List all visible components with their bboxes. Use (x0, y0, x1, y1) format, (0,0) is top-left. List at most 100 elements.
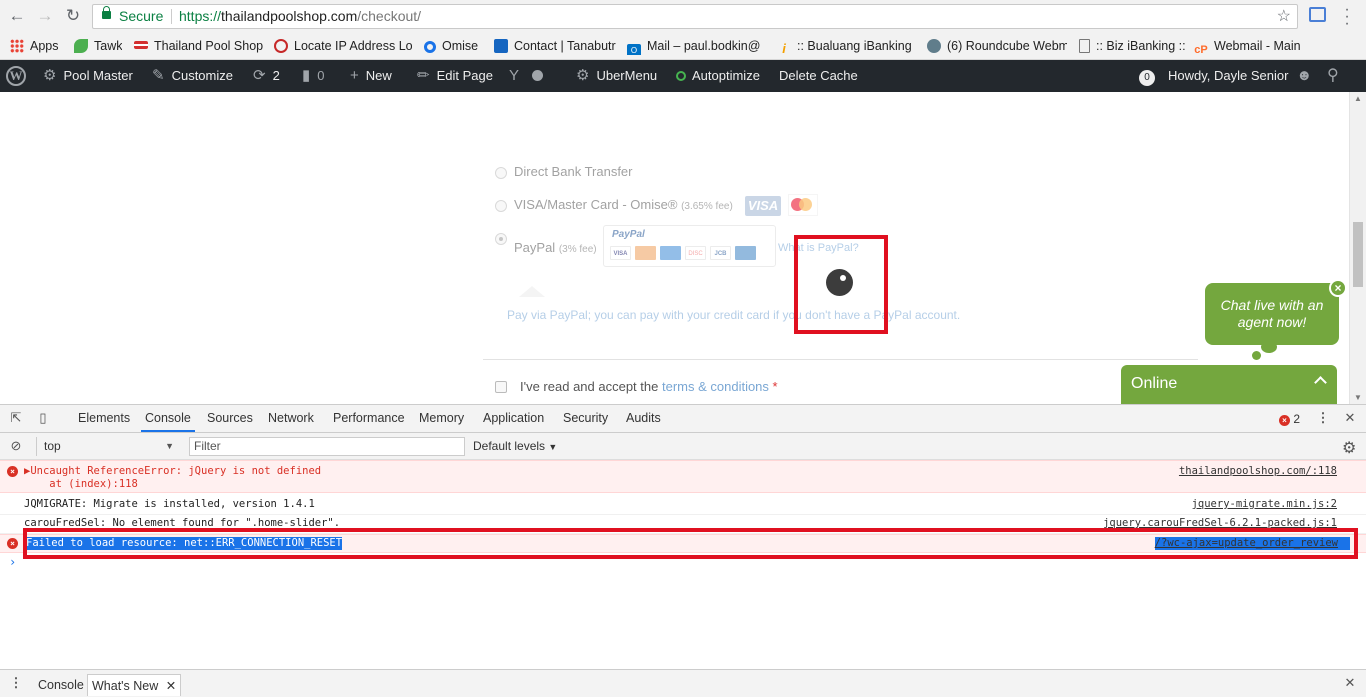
devtools-menu-icon[interactable]: ⋮ (1316, 411, 1330, 425)
tab-sources[interactable]: Sources (203, 405, 257, 432)
contact-icon (494, 39, 508, 53)
extension-icon[interactable] (1309, 7, 1326, 22)
search-icon[interactable]: ⚲ (1327, 60, 1339, 92)
unionpay-card-icon (735, 246, 756, 260)
customize-link[interactable]: ✎ Customize (152, 60, 233, 92)
bookmark-label: Tawk (94, 39, 123, 53)
console-filter-input[interactable]: Filter (189, 437, 465, 456)
tawk-icon (74, 39, 88, 53)
chat-online-tab[interactable]: Online (1121, 365, 1337, 404)
yoast-menu[interactable]: Y (509, 60, 544, 92)
paypal-fee: (3% fee) (558, 244, 597, 255)
delete-cache-link[interactable]: Delete Cache (779, 60, 858, 92)
bookmark-omise[interactable]: Omise (424, 37, 478, 55)
pool-shop-icon (134, 41, 148, 49)
bookmark-label: Webmail - Main (1214, 39, 1301, 53)
apps-grid-icon (10, 39, 24, 53)
log-levels-dropdown[interactable]: Default levels ▼ (473, 437, 557, 457)
divider (483, 359, 1198, 360)
notifications-badge[interactable]: 0 (1139, 60, 1155, 92)
tab-audits[interactable]: Audits (622, 405, 665, 432)
bookmark-label: Thailand Pool Shop (154, 39, 264, 53)
device-toolbar-icon[interactable]: ▯ (36, 411, 50, 425)
close-drawer-icon[interactable]: ✕ (1343, 676, 1357, 690)
bookmark-thailand-pool-shop[interactable]: Thailand Pool Shop (134, 37, 263, 55)
bookmark-label: :: Bualuang iBanking : (797, 39, 915, 53)
site-name-menu[interactable]: ⚙ Pool Master (43, 60, 133, 92)
updates-count: 2 (272, 68, 280, 83)
drawer-menu-icon[interactable]: ⋮ (9, 676, 23, 690)
ubermenu-link[interactable]: ⚙ UberMenu (576, 60, 657, 92)
bookmark-tawk[interactable]: Tawk (74, 37, 122, 55)
context-selector[interactable]: top ▼ (36, 437, 178, 456)
card-omise-label: VISA/Master Card - Omise® (3.65% fee) (514, 197, 733, 212)
radio-card-omise[interactable] (495, 200, 507, 212)
tab-performance[interactable]: Performance (329, 405, 409, 432)
stack-trace[interactable]: at (index):118 (24, 478, 138, 491)
bookmark-label: :: Biz iBanking :: (1096, 39, 1186, 53)
console-message-log[interactable]: JQMIGRATE: Migrate is installed, version… (0, 496, 1366, 515)
address-bar[interactable]: Secure https://thailandpoolshop.com/chec… (92, 4, 1298, 29)
scroll-up-arrow-icon[interactable]: ▲ (1354, 94, 1362, 103)
console-prompt-icon[interactable]: › (9, 555, 16, 569)
bookmark-bualuang[interactable]: i:: Bualuang iBanking : (777, 37, 915, 55)
bookmark-webmail[interactable]: cP Webmail - Main (1194, 37, 1301, 55)
radio-bank-transfer[interactable] (495, 167, 507, 179)
chat-close-icon[interactable]: × (1329, 279, 1347, 297)
page-scrollbar[interactable]: ▲ ▼ (1349, 92, 1366, 404)
bank-transfer-label: Direct Bank Transfer (514, 164, 633, 179)
reload-icon[interactable]: ↻ (63, 6, 83, 26)
autoptimize-link[interactable]: Autoptimize (676, 60, 760, 92)
tab-elements[interactable]: Elements (74, 405, 134, 432)
comments-count: 0 (317, 68, 325, 83)
drawer-tab-whats-new[interactable]: What's New ✕ (87, 674, 182, 696)
chat-invite-bubble[interactable]: Chat live with an agent now! (1205, 283, 1339, 345)
tab-security[interactable]: Security (559, 405, 612, 432)
tab-network[interactable]: Network (264, 405, 318, 432)
my-account-menu[interactable]: Howdy, Dayle Senior ☻ (1168, 60, 1312, 92)
radio-paypal[interactable] (495, 233, 507, 245)
edit-page-link[interactable]: ✏ Edit Page (417, 60, 493, 92)
bookmark-roundcube[interactable]: (6) Roundcube Webm (927, 37, 1067, 55)
card-label: VISA/Master Card - Omise® (514, 197, 678, 212)
divider (171, 9, 172, 24)
notification-count: 0 (1139, 70, 1155, 86)
delete-cache-label: Delete Cache (779, 68, 858, 83)
bookmark-apps[interactable]: Apps (10, 37, 59, 55)
paypal-logo-text: PayPal (612, 229, 645, 240)
bookmark-star-icon[interactable]: ☆ (1277, 6, 1291, 26)
clear-console-icon[interactable]: ⊘ (9, 439, 23, 453)
error-count-badge[interactable]: × 2 (1279, 412, 1300, 426)
bookmark-contact-tanabutr[interactable]: Contact | Tanabutr (494, 37, 616, 55)
chrome-menu-icon[interactable]: · · · (1343, 2, 1351, 32)
close-devtools-icon[interactable]: ✕ (1343, 411, 1357, 425)
drawer-tab-console[interactable]: Console (34, 674, 88, 696)
inspect-element-icon[interactable]: ⇱ (9, 411, 23, 425)
scroll-down-arrow-icon[interactable]: ▼ (1354, 393, 1362, 402)
console-message-error[interactable]: × ▶Uncaught ReferenceError: jQuery is no… (0, 460, 1366, 493)
message-source-link[interactable]: thailandpoolshop.com/:118 (1179, 465, 1337, 478)
scroll-thumb[interactable] (1353, 222, 1363, 287)
new-content-menu[interactable]: + New (350, 60, 392, 92)
autoptimize-label: Autoptimize (692, 68, 760, 83)
levels-label: Default levels (473, 439, 546, 453)
wordpress-logo-icon[interactable]: W (6, 66, 26, 86)
terms-checkbox[interactable] (495, 381, 507, 393)
console-settings-gear-icon[interactable]: ⚙ (1342, 438, 1356, 458)
updates-link[interactable]: ⟳ 2 (253, 60, 280, 92)
tab-memory[interactable]: Memory (415, 405, 468, 432)
url-text[interactable]: https://thailandpoolshop.com/checkout/ (179, 8, 421, 24)
tab-console[interactable]: Console (141, 405, 195, 432)
forward-arrow-icon[interactable]: → (35, 6, 55, 26)
message-source-link[interactable]: jquery-migrate.min.js:2 (1192, 498, 1337, 511)
terms-link[interactable]: terms & conditions (662, 379, 769, 394)
comments-link[interactable]: ▮ 0 (302, 60, 325, 92)
context-value: top (44, 439, 61, 453)
bookmark-locate-ip[interactable]: Locate IP Address Lo (274, 37, 412, 55)
bookmark-biz-ibanking[interactable]: :: Biz iBanking :: (1079, 37, 1187, 55)
close-tab-icon[interactable]: ✕ (166, 679, 176, 693)
tab-application[interactable]: Application (479, 405, 548, 432)
back-arrow-icon[interactable]: ← (7, 6, 27, 26)
chat-bubble-tail (1252, 351, 1261, 360)
bookmark-mail[interactable]: O Mail – paul.bodkin@ (627, 37, 763, 55)
